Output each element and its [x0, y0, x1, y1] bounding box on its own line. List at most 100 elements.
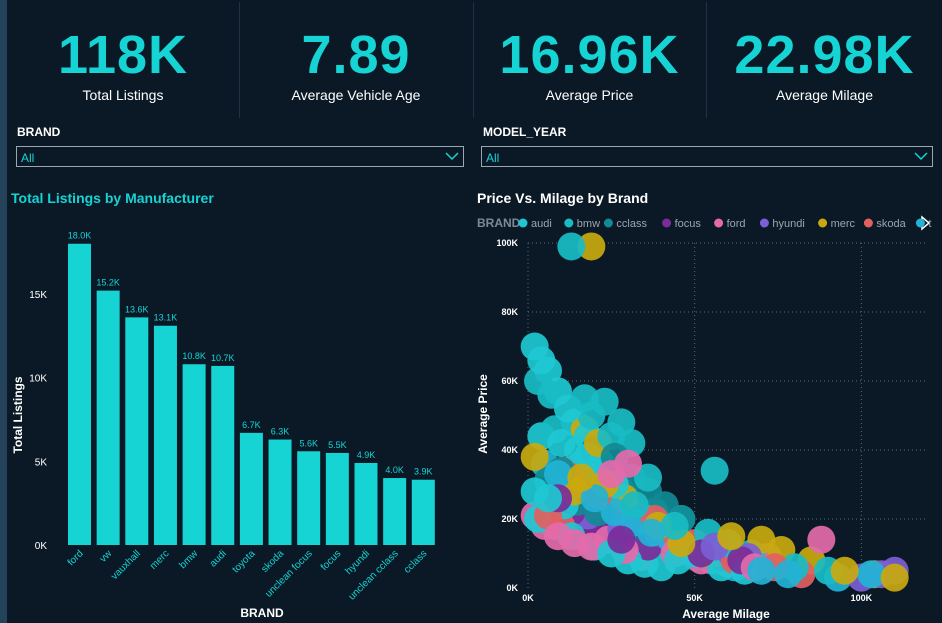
kpi-value: 16.96K	[499, 25, 680, 85]
bar-x-tick-label: merc	[148, 548, 172, 572]
scatter-point[interactable]	[547, 429, 576, 458]
legend-label[interactable]: merc	[831, 218, 856, 230]
scatter-x-tick-label: 50K	[686, 593, 703, 603]
kpi-card-average-vehicle-age[interactable]: 7.89 Average Vehicle Age	[240, 0, 472, 118]
bar-data-label: 5.6K	[299, 438, 318, 448]
kpi-label: Average Vehicle Age	[291, 87, 421, 103]
scatter-point[interactable]	[830, 556, 859, 585]
scatter-point[interactable]	[807, 525, 836, 554]
scatter-point[interactable]	[520, 442, 549, 471]
scatter-y-tick-label: 80K	[501, 307, 518, 317]
legend-marker	[818, 218, 828, 228]
scatter-y-tick-label: 40K	[501, 445, 518, 455]
bar-data-label: 4.0K	[385, 465, 404, 475]
bar-x-tick-label: audi	[208, 548, 229, 569]
scatter-point[interactable]	[637, 518, 666, 547]
legend-label[interactable]: ford	[727, 218, 746, 230]
bar[interactable]	[96, 290, 120, 545]
model-year-slicer-dropdown[interactable]: All	[481, 146, 933, 167]
scatter-point[interactable]	[700, 456, 729, 485]
bar-x-tick-label: ford	[66, 548, 86, 568]
bar[interactable]	[411, 479, 435, 545]
bar-y-tick-label: 0K	[35, 541, 48, 552]
model-year-slicer-label: MODEL_YEAR	[483, 125, 567, 139]
kpi-label: Total Listings	[82, 87, 164, 103]
scatter-point[interactable]	[527, 346, 556, 375]
model-year-slicer-value: All	[486, 151, 500, 165]
legend-label[interactable]: audi	[531, 218, 552, 230]
bar-chart[interactable]: Total Listings BRAND 0K 5K 10K 15K 18.0K ford…	[0, 180, 470, 620]
bar[interactable]	[297, 451, 321, 545]
scatter-legend-title: BRAND	[477, 216, 521, 230]
kpi-card-average-price[interactable]: 16.96K Average Price	[474, 0, 705, 118]
bar[interactable]	[125, 317, 149, 545]
scatter-point[interactable]	[774, 560, 802, 589]
bar[interactable]	[182, 364, 206, 545]
bar[interactable]	[153, 325, 177, 545]
kpi-value: 7.89	[301, 25, 411, 85]
scatter-point[interactable]	[620, 491, 649, 520]
scatter-y-tick-label: 20K	[501, 514, 518, 524]
kpi-card-average-milage[interactable]: 22.98K Average Milage	[707, 0, 942, 118]
legend-marker	[714, 218, 724, 228]
bar-x-tick-label: bmw	[178, 548, 201, 571]
legend-marker	[915, 218, 925, 228]
legend-label[interactable]: hyundi	[772, 218, 804, 230]
scatter-chart[interactable]: BRAND Average Price Average Milage audi b…	[470, 208, 932, 623]
bar-data-label: 13.6K	[125, 304, 149, 314]
legend-marker	[564, 218, 574, 228]
bar-data-label: 13.1K	[154, 313, 178, 323]
bar[interactable]	[211, 365, 235, 545]
bar-data-label: 6.7K	[242, 420, 261, 430]
scatter-x-axis-title: Average Milage	[682, 607, 770, 621]
scatter-x-tick-label: 0K	[522, 593, 534, 603]
bar-data-label: 3.9K	[414, 467, 433, 477]
bar[interactable]	[268, 439, 292, 545]
legend-marker	[662, 218, 672, 228]
scatter-point[interactable]	[717, 522, 746, 551]
kpi-label: Average Price	[545, 87, 634, 103]
bar-x-tick-label: cclass	[402, 548, 429, 575]
bar-x-tick-label: focus	[319, 548, 344, 573]
bar[interactable]	[239, 432, 263, 545]
bar-data-label: 10.7K	[211, 353, 235, 363]
scatter-point[interactable]	[544, 522, 572, 551]
scatter-point[interactable]	[557, 232, 586, 261]
bar-x-tick-label: vauxhall	[109, 548, 143, 582]
legend-label[interactable]: focus	[675, 218, 702, 230]
legend-label[interactable]: bmw	[577, 218, 600, 230]
legend-marker	[518, 218, 528, 228]
scatter-point[interactable]	[880, 563, 909, 592]
kpi-value: 118K	[57, 25, 189, 85]
legend-label[interactable]: toyota	[928, 218, 932, 230]
kpi-row: 118K Total Listings 7.89 Average Vehicle…	[7, 0, 942, 120]
scatter-point[interactable]	[570, 384, 599, 413]
kpi-card-total-listings[interactable]: 118K Total Listings	[7, 0, 239, 118]
scatter-y-tick-label: 100K	[496, 238, 518, 248]
bar-y-tick-label: 15K	[29, 290, 47, 301]
chevron-down-icon	[445, 152, 459, 161]
scatter-point[interactable]	[597, 460, 626, 489]
bar[interactable]	[325, 452, 349, 545]
bar[interactable]	[68, 243, 91, 545]
scatter-point[interactable]	[607, 525, 636, 554]
bar-x-tick-label: unclean cclass	[347, 548, 401, 602]
bar[interactable]	[383, 478, 407, 545]
bar-y-tick-label: 5K	[35, 457, 48, 468]
scatter-x-tick-label: 100K	[851, 593, 873, 603]
brand-slicer-dropdown[interactable]: All	[16, 146, 464, 167]
legend-label[interactable]: skoda	[876, 218, 906, 230]
bar-y-tick-label: 10K	[29, 374, 47, 385]
scatter-point[interactable]	[567, 463, 596, 492]
bar-data-label: 6.3K	[271, 427, 290, 437]
scatter-y-axis-title: Average Price	[476, 374, 490, 454]
scatter-chart-title: Price Vs. Milage by Brand	[477, 190, 649, 206]
bar[interactable]	[354, 462, 378, 545]
scatter-y-tick-label: 60K	[501, 376, 518, 386]
legend-label[interactable]: cclass	[616, 218, 647, 230]
legend-marker	[603, 218, 613, 228]
scatter-point[interactable]	[534, 484, 562, 513]
scatter-point[interactable]	[747, 556, 776, 585]
bar-chart-y-axis-title: Total Listings	[11, 376, 25, 453]
legend-marker	[759, 218, 769, 228]
